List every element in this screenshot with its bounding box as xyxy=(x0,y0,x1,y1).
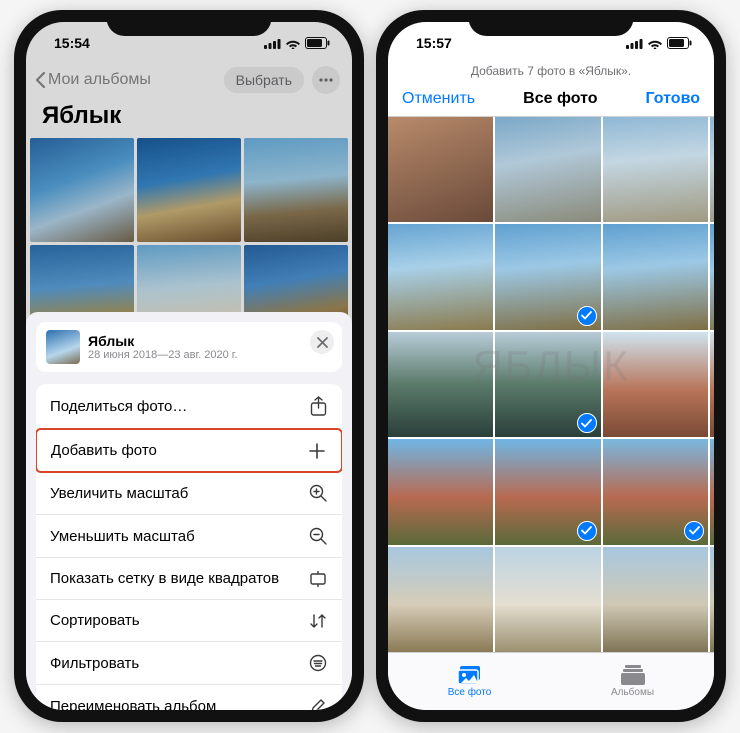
phone-right: ЯБЛЫК 15:57 Добавить 7 фото в «Яблык». О… xyxy=(376,10,726,722)
notch xyxy=(107,10,272,36)
signal-icon xyxy=(264,38,281,49)
signal-icon xyxy=(626,38,643,49)
menu-item[interactable]: Уменьшить масштаб xyxy=(36,515,342,558)
picker-photo[interactable] xyxy=(710,547,714,652)
sheet-subtitle: 28 июня 2018—23 авг. 2020 г. xyxy=(88,349,238,361)
status-time: 15:54 xyxy=(54,35,90,51)
filter-icon xyxy=(308,654,328,672)
tab-bar: Все фото Альбомы xyxy=(388,652,714,710)
selected-check-icon xyxy=(577,413,597,433)
picker-photo[interactable] xyxy=(495,224,600,329)
action-sheet: Яблык 28 июня 2018—23 авг. 2020 г. Подел… xyxy=(26,312,352,710)
phone-left: 15:54 Мои альбомы Выбрать Яблык xyxy=(14,10,364,722)
wifi-icon xyxy=(285,38,301,49)
menu-item-label: Переименовать альбом xyxy=(50,698,216,711)
zoom-out-icon xyxy=(308,527,328,545)
sheet-thumbnail xyxy=(46,330,80,364)
selected-check-icon xyxy=(577,521,597,541)
notch xyxy=(469,10,634,36)
selected-check-icon xyxy=(684,521,704,541)
close-button[interactable] xyxy=(310,330,334,354)
picker-photo[interactable] xyxy=(388,117,493,222)
picker-navbar: Отменить Все фото Готово xyxy=(388,84,714,117)
menu-item-label: Сортировать xyxy=(50,612,140,629)
zoom-in-icon xyxy=(308,484,328,502)
menu-item[interactable]: Показать сетку в виде квадратов xyxy=(36,558,342,600)
picker-photo[interactable] xyxy=(603,117,708,222)
picker-photo[interactable] xyxy=(388,332,493,437)
status-time: 15:57 xyxy=(416,35,452,51)
plus-icon xyxy=(307,443,327,459)
action-menu: Поделиться фото… Добавить фото Увеличить м… xyxy=(36,384,342,710)
picker-photo[interactable] xyxy=(495,332,600,437)
picker-photo[interactable] xyxy=(388,547,493,652)
picker-photo[interactable] xyxy=(710,332,714,437)
tab-all-photos[interactable]: Все фото xyxy=(388,653,551,710)
sheet-title: Яблык xyxy=(88,333,238,349)
rename-icon xyxy=(308,697,328,710)
picker-photo[interactable] xyxy=(388,224,493,329)
picker-photo[interactable] xyxy=(495,547,600,652)
tab-all-label: Все фото xyxy=(448,687,492,698)
cancel-button[interactable]: Отменить xyxy=(402,90,475,108)
menu-item-label: Поделиться фото… xyxy=(50,398,187,415)
menu-item[interactable]: Поделиться фото… xyxy=(36,384,342,429)
picker-photo[interactable] xyxy=(710,117,714,222)
menu-item-label: Показать сетку в виде квадратов xyxy=(50,570,279,587)
picker-photo[interactable] xyxy=(388,439,493,544)
tab-albums[interactable]: Альбомы xyxy=(551,653,714,710)
picker-photo[interactable] xyxy=(603,439,708,544)
menu-item[interactable]: Увеличить масштаб xyxy=(36,472,342,515)
battery-icon xyxy=(667,37,692,49)
wifi-icon xyxy=(647,38,663,49)
picker-subtitle: Добавить 7 фото в «Яблык». xyxy=(388,64,714,84)
menu-item[interactable]: Переименовать альбом xyxy=(36,685,342,710)
menu-item[interactable]: Добавить фото xyxy=(36,428,342,473)
picker-photo[interactable] xyxy=(603,224,708,329)
aspect-icon xyxy=(308,571,328,587)
battery-icon xyxy=(305,37,330,49)
menu-item-label: Фильтровать xyxy=(50,655,139,672)
tab-albums-label: Альбомы xyxy=(611,687,654,698)
picker-photo[interactable] xyxy=(495,439,600,544)
done-button[interactable]: Готово xyxy=(646,90,700,108)
menu-item[interactable]: Сортировать xyxy=(36,600,342,642)
picker-photo[interactable] xyxy=(495,117,600,222)
photo-picker-grid xyxy=(388,117,714,652)
sheet-header: Яблык 28 июня 2018—23 авг. 2020 г. xyxy=(36,322,342,372)
menu-item-label: Увеличить масштаб xyxy=(50,485,188,502)
picker-photo[interactable] xyxy=(710,439,714,544)
menu-item[interactable]: Фильтровать xyxy=(36,642,342,685)
picker-title: Все фото xyxy=(523,90,597,108)
picker-photo[interactable] xyxy=(710,224,714,329)
picker-photo[interactable] xyxy=(603,547,708,652)
picker-photo[interactable] xyxy=(603,332,708,437)
menu-item-label: Уменьшить масштаб xyxy=(50,528,195,545)
menu-item-label: Добавить фото xyxy=(51,442,157,459)
sort-icon xyxy=(308,613,328,629)
share-icon xyxy=(308,396,328,416)
selected-check-icon xyxy=(577,306,597,326)
